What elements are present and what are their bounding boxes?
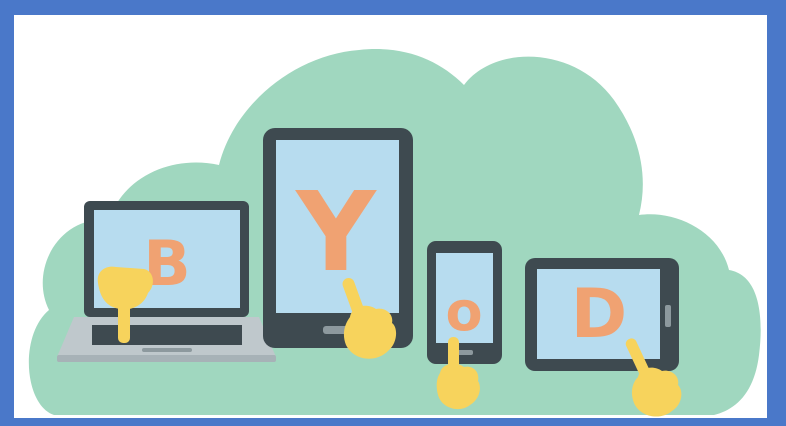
tablet-landscape-icon: D bbox=[525, 258, 679, 371]
letter-y: Y bbox=[294, 168, 377, 296]
letter-o: o bbox=[445, 280, 482, 343]
image-border: B Y o D bbox=[0, 0, 786, 426]
laptop-icon: B bbox=[57, 201, 276, 362]
letter-d: D bbox=[571, 275, 627, 354]
byod-illustration: B Y o D bbox=[28, 49, 761, 417]
smartphone-icon: o bbox=[427, 241, 502, 364]
illustration-panel: B Y o D bbox=[14, 15, 767, 418]
